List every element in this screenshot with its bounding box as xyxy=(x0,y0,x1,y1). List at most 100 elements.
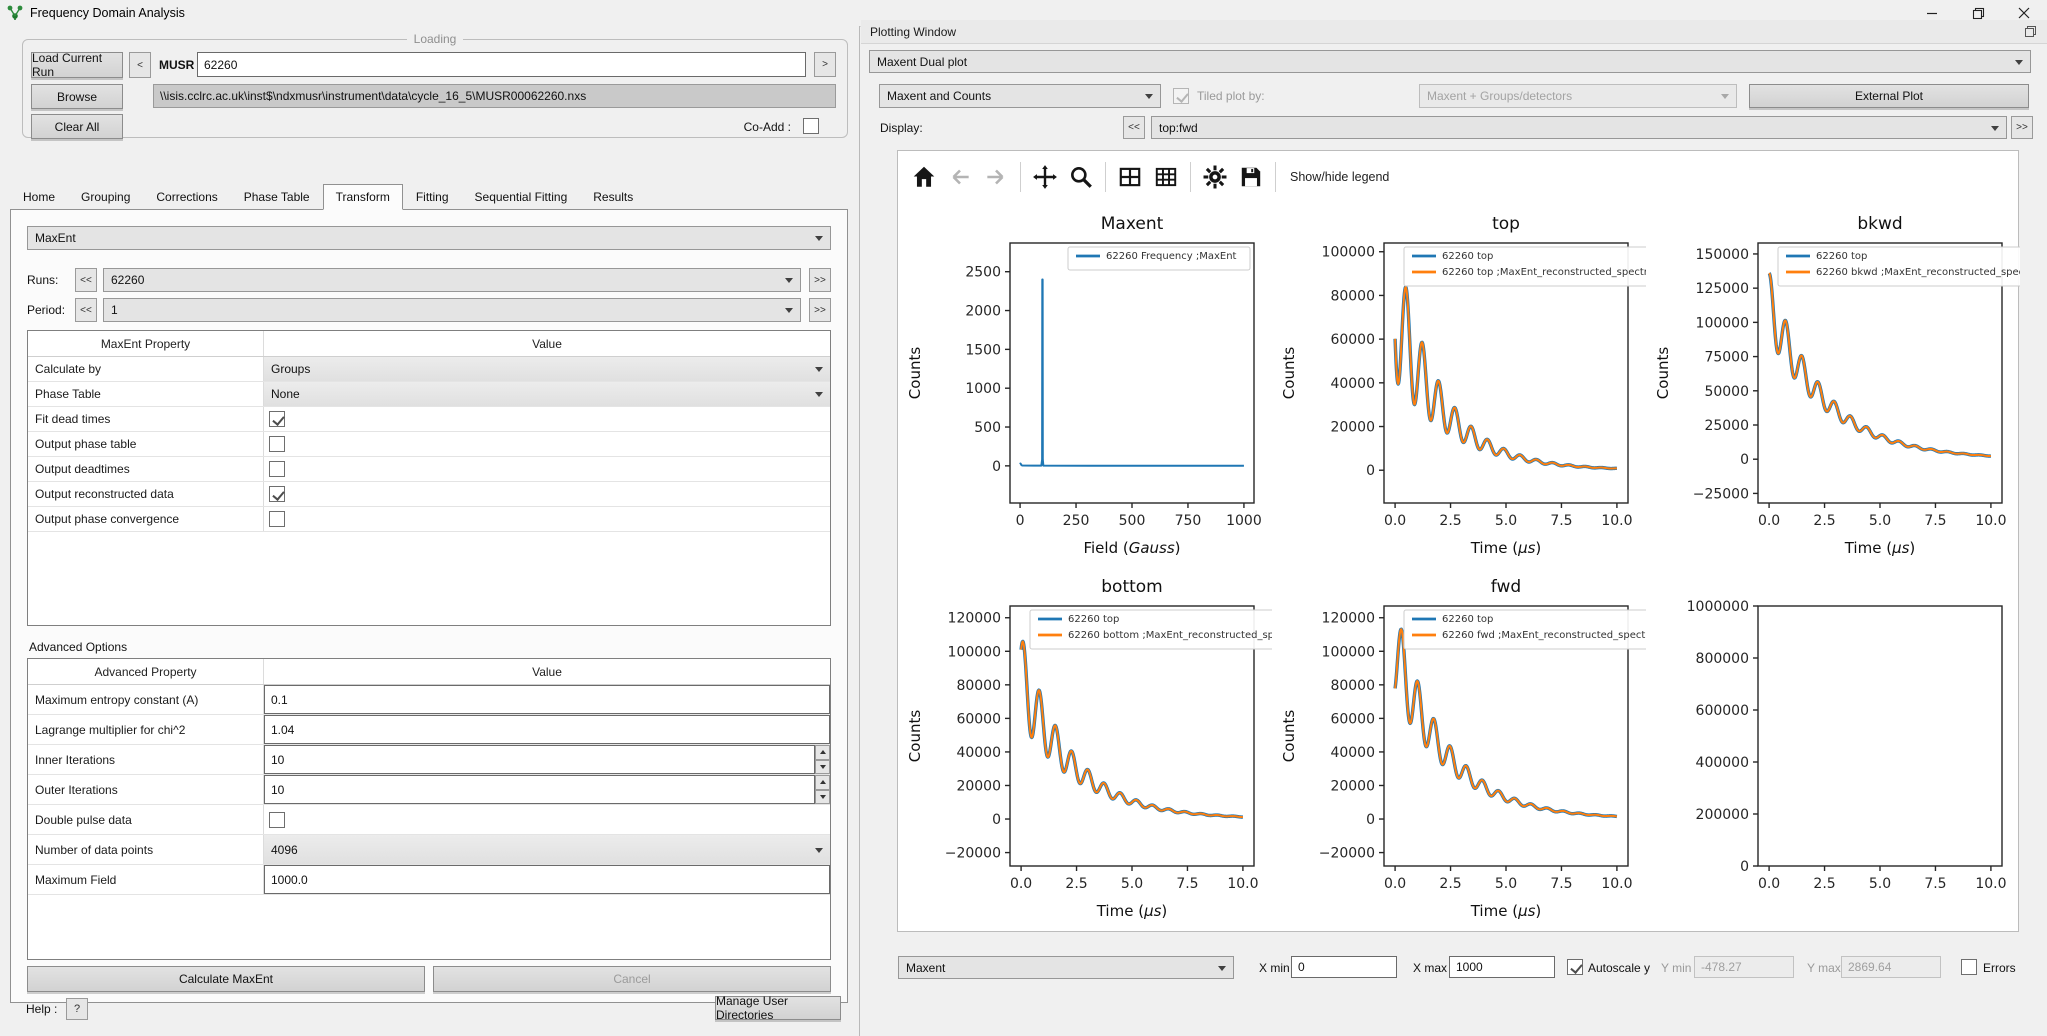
inner-iterations-input[interactable]: 10 xyxy=(264,745,815,774)
load-current-run-button[interactable]: Load Current Run xyxy=(31,52,123,78)
svg-text:Time (μs): Time (μs) xyxy=(1470,902,1542,920)
file-path-field: \\isis.cclrc.ac.uk\inst$\ndxmusr\instrum… xyxy=(153,84,836,108)
forward-icon xyxy=(978,159,1014,195)
subplot-maxent[interactable]: 0250500750100005001000150020002500Maxent… xyxy=(898,203,1272,566)
svg-text:400000: 400000 xyxy=(1696,755,1749,771)
run-number-input[interactable]: 62260 xyxy=(197,52,806,77)
tab-corrections[interactable]: Corrections xyxy=(143,185,230,209)
tab-fitting[interactable]: Fitting xyxy=(403,185,462,209)
tab-bar: HomeGroupingCorrectionsPhase TableTransf… xyxy=(10,184,646,209)
pan-icon[interactable] xyxy=(1027,159,1063,195)
maximum-field-input[interactable]: 1000.0 xyxy=(264,865,830,894)
clear-all-button[interactable]: Clear All xyxy=(31,114,123,139)
svg-text:0: 0 xyxy=(1740,452,1749,468)
double-pulse-data-checkbox[interactable] xyxy=(269,812,285,828)
fit-dead-times-checkbox[interactable] xyxy=(269,411,285,427)
run-increment-button[interactable]: > xyxy=(814,52,836,77)
plot-canvas[interactable]: Show/hide legend 02505007501000050010001… xyxy=(897,150,2019,932)
runs-prev-button[interactable]: << xyxy=(75,268,97,292)
svg-text:Counts: Counts xyxy=(1280,346,1298,399)
svg-text:62260 top ;MaxEnt_reconstructe: 62260 top ;MaxEnt_reconstructed_spectra xyxy=(1442,267,1646,278)
show-hide-legend-button[interactable]: Show/hide legend xyxy=(1290,170,1389,184)
plot-data-select[interactable]: Maxent and Counts xyxy=(879,84,1161,108)
float-panel-icon[interactable] xyxy=(2024,25,2037,41)
svg-text:Time (μs): Time (μs) xyxy=(1096,902,1168,920)
svg-text:1000: 1000 xyxy=(965,381,1001,397)
number-of-data-points-select[interactable]: 4096 xyxy=(264,835,830,864)
external-plot-button[interactable]: External Plot xyxy=(1749,84,2029,108)
tab-grouping[interactable]: Grouping xyxy=(68,185,143,209)
xmax-input[interactable]: 1000 xyxy=(1449,956,1555,978)
maximum-entropy-constant-a-input[interactable]: 0.1 xyxy=(264,685,830,714)
tab-home[interactable]: Home xyxy=(10,185,68,209)
transform-method-select[interactable]: MaxEnt xyxy=(27,226,831,250)
tab-results[interactable]: Results xyxy=(580,185,646,209)
browse-button[interactable]: Browse xyxy=(31,84,123,109)
period-select[interactable]: 1 xyxy=(103,298,801,322)
subplot-bkwd[interactable]: 0.02.55.07.510.0−25000025000500007500010… xyxy=(1646,203,2020,566)
property-label: Inner Iterations xyxy=(28,753,115,767)
plot-type-select[interactable]: Maxent Dual plot xyxy=(869,50,2031,73)
tab-transform[interactable]: Transform xyxy=(323,184,403,210)
coadd-checkbox[interactable] xyxy=(803,118,819,134)
save-icon[interactable] xyxy=(1233,159,1269,195)
svg-text:Time (μs): Time (μs) xyxy=(1844,539,1916,557)
svg-text:5.0: 5.0 xyxy=(1869,513,1891,529)
ymin-input: -478.27 xyxy=(1694,956,1794,978)
svg-text:2500: 2500 xyxy=(965,264,1001,280)
outer-iterations-input[interactable]: 10 xyxy=(264,775,815,804)
output-phase-table-checkbox[interactable] xyxy=(269,436,285,452)
calculate-by-select[interactable]: Groups xyxy=(264,357,830,381)
svg-text:−20000: −20000 xyxy=(945,845,1001,861)
subplot-grid[interactable]: 0250500750100005001000150020002500Maxent… xyxy=(898,203,2020,929)
display-select[interactable]: top:fwd xyxy=(1151,116,2007,139)
outer-iterations-spinner[interactable] xyxy=(815,775,830,804)
toolbar-separator xyxy=(1020,162,1021,192)
period-next-button[interactable]: >> xyxy=(809,298,831,322)
property-label: Maximum entropy constant (A) xyxy=(28,693,198,707)
table-row: Double pulse data xyxy=(28,805,830,835)
subplot-top[interactable]: 0.02.55.07.510.0020000400006000080000100… xyxy=(1272,203,1646,566)
display-prev-button[interactable]: << xyxy=(1123,116,1145,139)
output-deadtimes-checkbox[interactable] xyxy=(269,461,285,477)
run-decrement-button[interactable]: < xyxy=(129,52,151,78)
table-row: Output phase table xyxy=(28,432,830,457)
display-next-button[interactable]: >> xyxy=(2011,116,2033,139)
property-label: Output reconstructed data xyxy=(28,487,174,501)
autoscale-y-checkbox[interactable] xyxy=(1567,959,1583,975)
inner-iterations-spinner[interactable] xyxy=(815,745,830,774)
errors-checkbox[interactable] xyxy=(1961,959,1977,975)
output-reconstructed-data-checkbox[interactable] xyxy=(269,486,285,502)
zoom-icon[interactable] xyxy=(1063,159,1099,195)
svg-text:800000: 800000 xyxy=(1696,651,1749,667)
loading-legend: Loading xyxy=(407,32,464,46)
calculate-maxent-button[interactable]: Calculate MaxEnt xyxy=(27,966,425,992)
svg-text:fwd: fwd xyxy=(1491,577,1521,597)
tab-sequential-fitting[interactable]: Sequential Fitting xyxy=(462,185,581,209)
subplot-bottom[interactable]: 0.02.55.07.510.0−20000020000400006000080… xyxy=(898,566,1272,929)
plotting-window-titlebar[interactable]: Plotting Window xyxy=(861,20,2047,44)
subplot-fwd[interactable]: 0.02.55.07.510.0−20000020000400006000080… xyxy=(1272,566,1646,929)
runs-select[interactable]: 62260 xyxy=(103,268,801,292)
lagrange-multiplier-for-chi-2-input[interactable]: 1.04 xyxy=(264,715,830,744)
output-phase-convergence-checkbox[interactable] xyxy=(269,511,285,527)
subplot-empty[interactable]: 0.02.55.07.510.0020000040000060000080000… xyxy=(1646,566,2020,929)
phase-table-select[interactable]: None xyxy=(264,382,830,406)
home-icon[interactable] xyxy=(906,159,942,195)
period-prev-button[interactable]: << xyxy=(75,298,97,322)
tile-grid-icon[interactable] xyxy=(1112,159,1148,195)
runs-next-button[interactable]: >> xyxy=(809,268,831,292)
svg-text:Counts: Counts xyxy=(906,709,924,762)
xmin-input[interactable]: 0 xyxy=(1291,956,1397,978)
options-gear-icon[interactable] xyxy=(1197,159,1233,195)
help-button[interactable]: ? xyxy=(66,998,88,1020)
svg-text:Counts: Counts xyxy=(1654,346,1672,399)
svg-text:Field (Gauss): Field (Gauss) xyxy=(1083,539,1180,557)
svg-text:2.5: 2.5 xyxy=(1065,876,1087,892)
tile-grid-fine-icon[interactable] xyxy=(1148,159,1184,195)
tab-phase-table[interactable]: Phase Table xyxy=(231,185,323,209)
axis-plot-select[interactable]: Maxent xyxy=(898,956,1234,979)
svg-text:500: 500 xyxy=(1119,513,1146,529)
manage-user-directories-button[interactable]: Manage User Directories xyxy=(715,996,841,1020)
property-label: Calculate by xyxy=(28,362,101,376)
